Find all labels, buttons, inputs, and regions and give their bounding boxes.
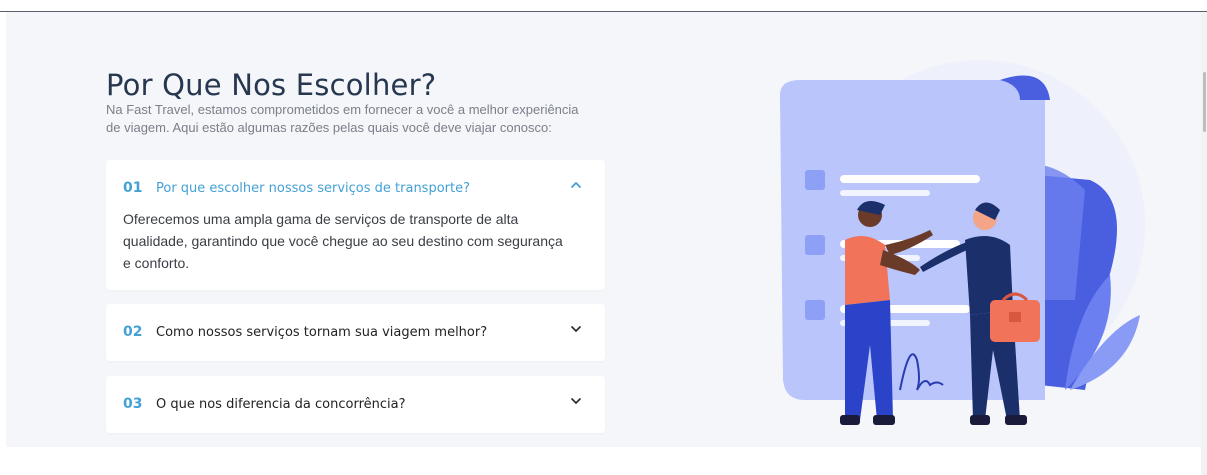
section-intro: Na Fast Travel, estamos comprometidos em… [106,102,579,135]
faq-number: 01 [123,180,143,196]
faq-item-1: 01 Por que escolher nossos serviços de t… [106,160,605,290]
top-divider [0,0,1207,12]
faq-question[interactable]: Por que escolher nossos serviços de tran… [156,181,470,196]
chevron-down-icon[interactable] [569,394,583,408]
page-scrollbar[interactable] [1201,12,1207,475]
faq-answer: Oferecemos uma ampla gama de serviços de… [123,211,563,271]
faq-number: 03 [123,396,143,412]
faq-header-2[interactable]: 02 Como nossos serviços tornam sua viage… [106,304,605,360]
scrollbar-thumb[interactable] [1203,72,1206,132]
chevron-down-icon[interactable] [569,322,583,336]
faq-question[interactable]: Como nossos serviços tornam sua viagem m… [156,325,487,340]
faq-number: 02 [123,324,143,340]
chevron-up-icon[interactable] [569,178,583,192]
handshake-contract-illustration [780,60,1145,425]
faq-item-2: 02 Como nossos serviços tornam sua viage… [106,304,605,361]
faq-header-3[interactable]: 03 O que nos diferencia da concorrência? [106,376,605,432]
faq-question[interactable]: O que nos diferencia da concorrência? [156,397,406,412]
faq-item-3: 03 O que nos diferencia da concorrência? [106,376,605,433]
section-title: Por Que Nos Escolher? [106,68,437,103]
